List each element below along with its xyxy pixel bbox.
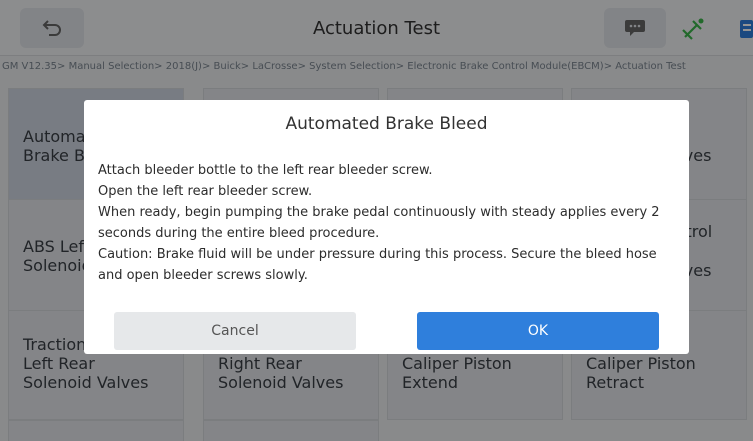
dialog-message-line: When ready, begin pumping the brake peda… [98,205,660,220]
cancel-button[interactable]: Cancel [114,312,356,350]
dialog-message-line: Attach bleeder bottle to the left rear b… [98,163,433,178]
dialog-message-line: seconds during the entire bleed procedur… [98,226,380,241]
dialog-message-line: Open the left rear bleeder screw. [98,184,313,199]
dialog-title: Automated Brake Bleed [285,113,488,134]
dialog-message-line: Caution: Brake fluid will be under press… [98,247,657,262]
dialog-message-line: and open bleeder screws slowly. [98,268,308,283]
ok-button[interactable]: OK [417,312,659,350]
automated-brake-bleed-dialog: Automated Brake Bleed Attach bleeder bot… [84,100,689,354]
dialog-message: Attach bleeder bottle to the left rear b… [98,160,680,286]
